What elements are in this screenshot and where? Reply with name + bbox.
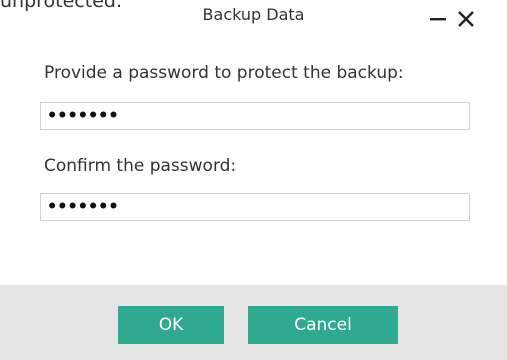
- cancel-button[interactable]: Cancel: [248, 306, 398, 344]
- close-button[interactable]: [453, 4, 479, 34]
- confirm-password-field[interactable]: •••••••: [40, 193, 470, 221]
- password-field[interactable]: •••••••: [40, 102, 470, 130]
- ok-button[interactable]: OK: [118, 306, 224, 344]
- close-icon: [458, 11, 474, 27]
- minimize-button[interactable]: [425, 4, 451, 34]
- password-label: Provide a password to protect the backup…: [44, 63, 404, 83]
- minimize-icon: [430, 18, 446, 21]
- confirm-password-label: Confirm the password:: [44, 156, 237, 176]
